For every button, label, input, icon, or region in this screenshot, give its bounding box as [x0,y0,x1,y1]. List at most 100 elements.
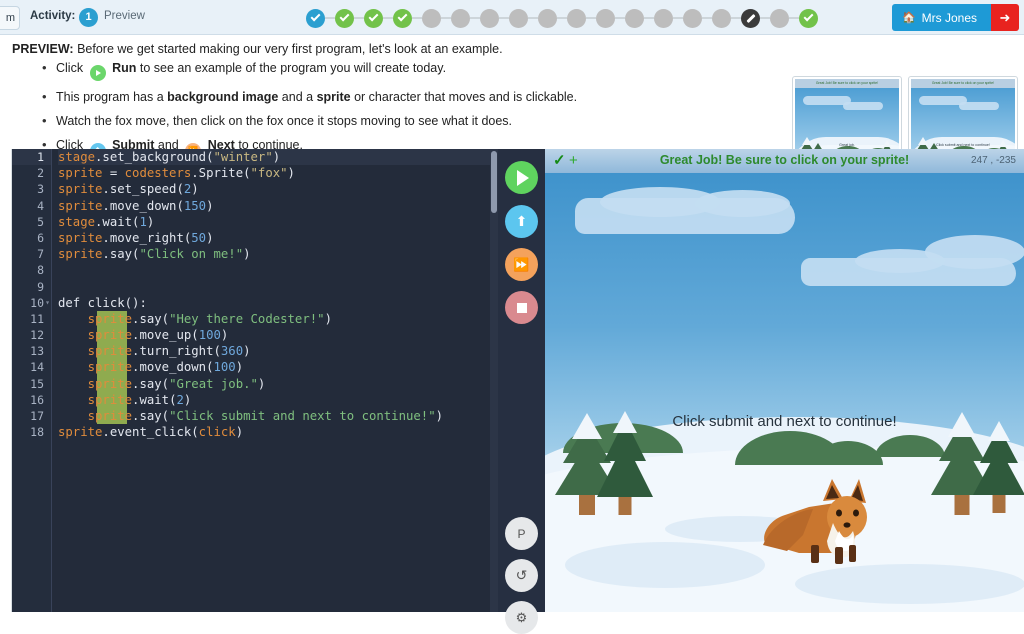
stop-button[interactable] [505,291,538,324]
code-line[interactable]: sprite.say("Great job.") [58,376,498,392]
fast-forward-icon: ⏩ [513,256,530,272]
bullet-text-mid: and [157,138,179,149]
progress-step-3[interactable] [364,8,383,28]
progress-step-4[interactable] [393,8,412,28]
line-number: 8 [37,263,44,278]
settings-button[interactable]: ⚙ [505,601,538,634]
code-line[interactable]: stage.wait(1) [58,214,498,230]
code-line[interactable]: sprite.move_up(100) [58,327,498,343]
progress-connector [644,17,654,19]
user-name-label: Mrs Jones [921,10,977,25]
line-number: 5 [37,214,44,229]
thumbnail-sprite-text: Click submit and next to continue! [936,143,990,147]
stage-status-bar: ✓ + Great Job! Be sure to click on your … [545,149,1024,173]
code-line[interactable]: sprite = codesters.Sprite("fox") [58,165,498,181]
fox-sprite[interactable] [761,461,879,566]
progress-step-13[interactable] [654,8,673,28]
python-label: P [517,526,526,541]
editor-code-area[interactable]: stage.set_background("winter") sprite = c… [53,149,498,612]
code-line[interactable]: sprite.move_down(100) [58,359,498,375]
left-margin [0,149,12,612]
thumbnail-1[interactable]: Great Job! Be sure to click on your spri… [792,76,902,149]
editor-line-number-gutter: 1 2 3 4 5 6 7 8 9 10 ▾ 11 12 13 14 15 16 17 18 [12,149,52,612]
stage-panel: ✓ + Great Job! Be sure to click on your … [545,149,1024,612]
code-line[interactable] [58,279,498,295]
code-line[interactable]: def click(): [58,295,498,311]
progress-connector [354,17,364,19]
code-line[interactable]: sprite.say("Click submit and next to con… [58,408,498,424]
code-line[interactable]: sprite.say("Hey there Codester!") [58,311,498,327]
code-line[interactable]: sprite.turn_right(360) [58,343,498,359]
stage-canvas[interactable]: Click submit and next to continue! [545,173,1024,612]
code-line[interactable]: sprite.move_right(50) [58,230,498,246]
fold-toggle-icon[interactable]: ▾ [45,295,50,311]
run-icon [89,65,106,81]
progress-step-12[interactable] [625,8,644,28]
code-line[interactable]: stage.set_background("winter") [58,149,498,166]
progress-connector [412,17,422,19]
editor-scrollbar[interactable] [490,149,498,612]
bullet-text: Click [56,61,84,75]
progress-step-1[interactable] [306,8,325,28]
user-menu-button[interactable]: 🏠 Mrs Jones [891,4,991,31]
activity-number-badge: 1 [79,8,98,27]
line-number: 3 [37,182,44,197]
progress-step-2[interactable] [335,8,354,28]
progress-connector [760,17,770,19]
cloud-icon [695,190,790,217]
code-line[interactable]: sprite.set_speed(2) [58,181,498,197]
thumbnail-sprite-text: Great job. [839,143,855,147]
bullet-bold: background image [167,90,279,104]
progress-step-10[interactable] [567,8,586,28]
progress-step-5[interactable] [422,8,441,28]
progress-connector [383,17,393,19]
logout-icon: ➜ [999,9,1011,25]
progress-connector [470,17,480,19]
progress-connector [441,17,451,19]
logout-button[interactable]: ➜ [991,4,1019,31]
bullet-text-after: or character that moves and is clickable… [354,90,578,104]
line-number: 11 [30,311,44,326]
code-line[interactable]: sprite.say("Click on me!") [58,246,498,262]
progress-step-8[interactable] [509,8,528,28]
bullet-bold: Run [112,61,137,75]
bullet-text: Click [56,138,84,149]
home-button-partial[interactable]: m [0,6,20,30]
progress-step-7[interactable] [480,8,499,28]
progress-connector [789,17,799,19]
check-icon [310,11,321,22]
progress-step-6[interactable] [451,8,470,28]
thumbnail-scene: Click submit and next to continue! [911,88,1015,149]
workspace: 1 2 3 4 5 6 7 8 9 10 ▾ 11 12 13 14 15 16 17 18 stage.set_b… [0,149,1024,634]
submit-button[interactable]: ⬆ [505,205,538,238]
action-button-column: ⬆ ⏩ P ↺ ⚙ [498,149,545,634]
thumbnail-2[interactable]: Great Job! Be sure to click on your spri… [908,76,1018,149]
code-editor[interactable]: 1 2 3 4 5 6 7 8 9 10 ▾ 11 12 13 14 15 16 17 18 stage.set_b… [12,149,498,612]
editor-scrollbar-thumb[interactable] [491,151,497,213]
sprite-speech-text: Click submit and next to continue! [672,413,897,430]
line-number: 10 ▾ [30,295,50,311]
line-number: 18 [30,425,44,440]
progress-step-9[interactable] [538,8,557,28]
bullet-text-mid: and a [281,90,314,104]
reset-icon: ↺ [515,567,528,583]
next-button[interactable]: ⏩ [505,248,538,281]
line-number: 16 [30,392,44,407]
progress-step-16[interactable] [741,8,760,28]
code-line[interactable]: sprite.move_down(150) [58,198,498,214]
progress-step-18[interactable] [799,8,818,28]
reset-button[interactable]: ↺ [505,559,538,592]
progress-connector [499,17,509,19]
progress-step-14[interactable] [683,8,702,28]
run-button[interactable] [505,161,538,194]
line-number: 6 [37,230,44,245]
progress-step-11[interactable] [596,8,615,28]
line-number: 2 [37,166,44,181]
code-line[interactable]: sprite.event_click(click) [58,424,498,440]
check-icon [803,11,814,22]
python-toggle-button[interactable]: P [505,517,538,550]
progress-step-17[interactable] [770,8,789,28]
progress-step-15[interactable] [712,8,731,28]
code-line[interactable] [58,262,498,278]
code-line[interactable]: sprite.wait(2) [58,392,498,408]
